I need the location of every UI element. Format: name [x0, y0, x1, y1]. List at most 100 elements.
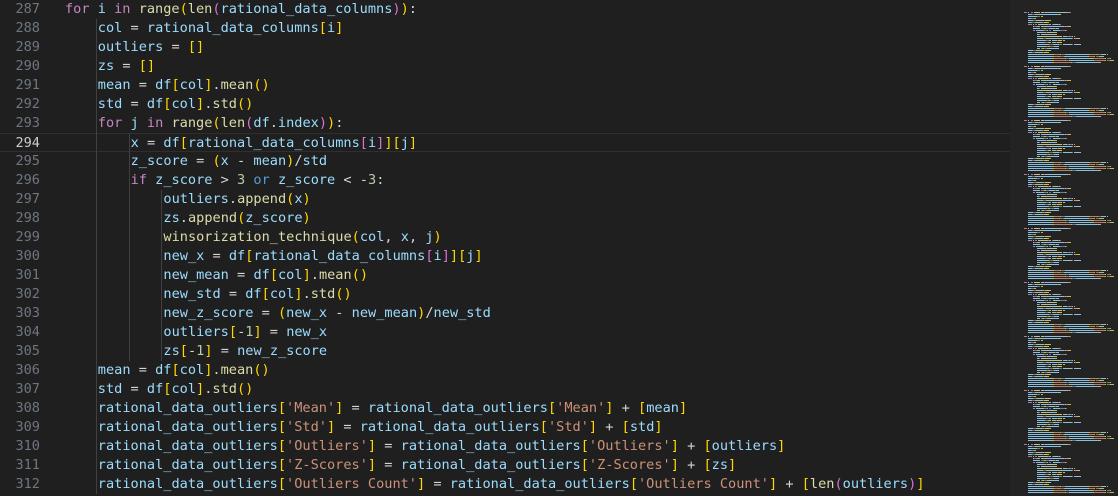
minimap-line — [1028, 278, 1053, 279]
minimap-line — [1048, 304, 1056, 305]
code-token: outliers — [711, 438, 778, 454]
code-editor[interactable]: 287 for i in range(len(rational_data_colu… — [0, 0, 1010, 496]
minimap-line — [1053, 270, 1061, 271]
code-line[interactable]: 311 rational_data_outliers['Z-Scores'] = … — [0, 456, 1010, 475]
minimap-line — [1062, 152, 1072, 153]
code-line[interactable]: 302 new_std = df[col].std() — [0, 285, 1010, 304]
minimap-line — [1028, 174, 1030, 175]
minimap-line — [1113, 330, 1115, 331]
minimap-line — [1069, 382, 1094, 383]
minimap-line — [1035, 24, 1038, 25]
minimap-line — [1028, 456, 1032, 457]
code-token: rational_data_outliers — [97, 457, 278, 473]
code-token: ] — [196, 96, 205, 112]
minimap-line — [1047, 426, 1060, 427]
minimap-line — [1063, 218, 1088, 219]
line-number: 299 — [15, 229, 40, 245]
code-line[interactable]: 298 zs.append(z_score) — [0, 209, 1010, 228]
minimap-line — [1024, 174, 1028, 175]
code-text: zs = [] — [98, 57, 155, 76]
minimap-line — [1055, 244, 1060, 245]
code-token: new_mean — [351, 305, 418, 321]
minimap-line — [1063, 434, 1088, 435]
code-line[interactable]: 304 outliers[-1] = new_x — [0, 323, 1010, 342]
code-line[interactable]: 300 new_x = df[rational_data_columns[i]][… — [0, 247, 1010, 266]
minimap-line — [1037, 414, 1063, 415]
minimap-line — [1055, 190, 1060, 191]
code-line[interactable]: 303 new_z_score = (new_x - new_mean)/new_… — [0, 304, 1010, 323]
minimap-line — [1035, 294, 1038, 295]
code-token: ( — [212, 153, 221, 169]
minimap-line — [1052, 354, 1061, 355]
code-line[interactable]: 297 outliers.append(x) — [0, 190, 1010, 209]
minimap-line — [1028, 56, 1053, 57]
minimap-line — [1030, 390, 1033, 391]
minimap-line — [1073, 152, 1082, 153]
minimap-line — [1062, 314, 1072, 315]
minimap-line — [1032, 462, 1035, 463]
code-line[interactable]: 309 rational_data_outliers['Std'] = ratio… — [0, 418, 1010, 437]
minimap-line — [1073, 260, 1082, 261]
minimap-line — [1028, 66, 1030, 67]
line-number: 292 — [15, 96, 40, 112]
minimap-line — [1047, 76, 1050, 77]
code-line[interactable]: 308 rational_data_outliers['Mean'] = rati… — [0, 399, 1010, 418]
code-line[interactable]: 293 for j in range(len(df.index)): — [0, 114, 1010, 133]
code-line[interactable]: 305 zs[-1] = new_z_score — [0, 342, 1010, 361]
minimap-line — [1106, 432, 1108, 433]
minimap-line — [1073, 414, 1075, 415]
code-token: std — [302, 153, 328, 169]
minimap-line — [1037, 148, 1046, 149]
code-line[interactable]: 296 if z_score > 3 or z_score < -3: — [0, 171, 1010, 190]
minimap-line — [1060, 392, 1062, 393]
minimap-line — [1037, 310, 1046, 311]
code-line[interactable]: 310 rational_data_outliers['Outliers'] = … — [0, 437, 1010, 456]
minimap-line — [1040, 350, 1064, 351]
code-line[interactable]: 289 outliers = [] — [0, 38, 1010, 57]
code-token: ] — [335, 20, 344, 36]
minimap-line — [1109, 490, 1111, 491]
code-token: x — [400, 229, 409, 245]
code-token: new_z_score — [163, 305, 254, 321]
line-number: 294 — [15, 135, 40, 151]
code-line[interactable]: 291 mean = df[col].mean() — [0, 76, 1010, 95]
code-token: 'Outliers' — [588, 438, 671, 454]
minimap[interactable] — [1010, 0, 1118, 496]
minimap-line — [1047, 268, 1050, 269]
minimap-line — [1069, 274, 1094, 275]
minimap-line — [1069, 490, 1094, 491]
code-token: 'Mean' — [556, 400, 606, 416]
minimap-line — [1040, 304, 1048, 305]
code-line[interactable]: 288 col = rational_data_columns[i] — [0, 19, 1010, 38]
code-line[interactable]: 292 std = df[col].std() — [0, 95, 1010, 114]
minimap-line — [1070, 404, 1072, 405]
code-token: [ — [392, 135, 401, 151]
code-token: < - — [335, 172, 368, 188]
minimap-line — [1075, 116, 1100, 117]
code-line[interactable]: 301 new_mean = df[col].mean() — [0, 266, 1010, 285]
code-line[interactable]: 312 rational_data_outliers['Outliers Coun… — [0, 475, 1010, 494]
code-line[interactable]: 306 mean = df[col].mean() — [0, 361, 1010, 380]
code-line[interactable]: 290 zs = [] — [0, 57, 1010, 76]
code-line[interactable]: 295 z_score = (x - mean)/std — [0, 152, 1010, 171]
minimap-line — [1037, 260, 1050, 261]
code-line[interactable]: 287 for i in range(len(rational_data_colu… — [0, 0, 1010, 19]
code-token: z_score — [130, 153, 188, 169]
code-token: ) — [302, 210, 311, 226]
minimap-line — [1048, 142, 1056, 143]
code-text: outliers[-1] = new_x — [163, 323, 327, 342]
minimap-line — [1055, 86, 1057, 87]
minimap-line — [1060, 366, 1063, 367]
code-line[interactable]: 307 std = df[col].std() — [0, 380, 1010, 399]
code-token: 'Outliers Count' — [286, 476, 417, 492]
minimap-line — [1037, 202, 1046, 203]
minimap-line — [1079, 200, 1081, 201]
minimap-line — [1053, 216, 1061, 217]
indent-guide — [161, 190, 163, 209]
code-token: df — [253, 267, 270, 283]
code-line[interactable]: 299 winsorization_technique(col, x, j) — [0, 228, 1010, 247]
minimap-line — [1044, 66, 1068, 67]
code-line[interactable]: 294 x = df[rational_data_columns[i]][j] — [0, 133, 1010, 152]
code-text: std = df[col].std() — [98, 95, 254, 114]
